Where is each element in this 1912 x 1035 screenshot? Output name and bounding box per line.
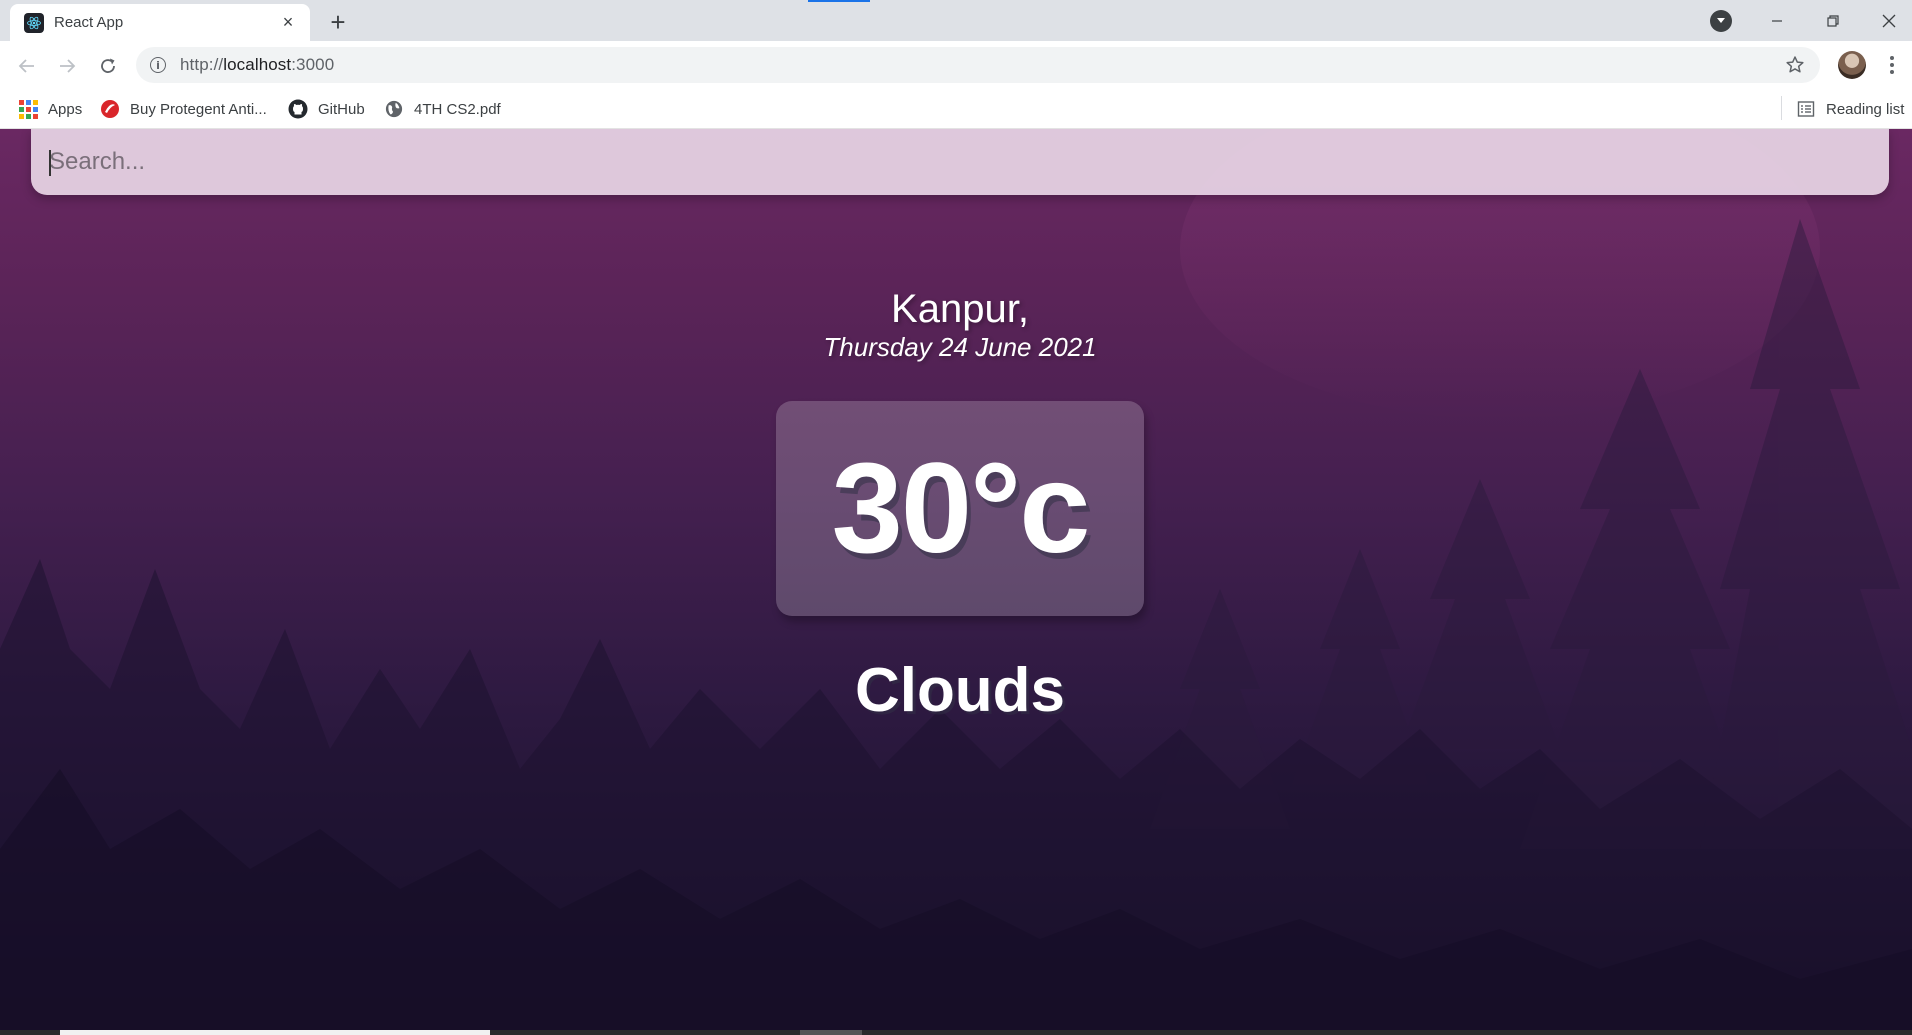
tab-search-button[interactable] xyxy=(1710,10,1732,32)
weather-app: Kanpur, Thursday 24 June 2021 30°c Cloud… xyxy=(0,129,1912,1030)
minimize-icon xyxy=(1772,19,1782,22)
bookmark-label: Apps xyxy=(48,100,83,118)
bookmark-star-icon[interactable] xyxy=(1784,54,1806,76)
search-bar xyxy=(31,129,1889,195)
menu-dot xyxy=(1890,63,1894,67)
close-window-button[interactable] xyxy=(1866,0,1912,41)
taskbar-segment xyxy=(60,1030,490,1035)
forward-button[interactable] xyxy=(52,51,82,81)
reading-list-icon xyxy=(1796,99,1816,119)
apps-grid-icon xyxy=(18,99,38,119)
restore-icon xyxy=(1827,14,1839,27)
bookmark-protegent[interactable]: Buy Protegent Anti... xyxy=(100,95,267,123)
tab-close-icon[interactable]: × xyxy=(278,12,298,33)
tab-strip: React App × + xyxy=(0,0,1912,41)
reload-icon xyxy=(101,58,115,73)
reading-list-button[interactable]: Reading list xyxy=(1796,95,1904,123)
globe-icon xyxy=(384,99,404,119)
temperature-card: 30°c xyxy=(776,401,1144,616)
address-url: http://localhost:3000 xyxy=(180,55,334,75)
tab-react-app[interactable]: React App × xyxy=(10,4,310,41)
bookmark-github[interactable]: GitHub xyxy=(288,95,365,123)
reading-list-label: Reading list xyxy=(1826,100,1905,118)
back-button[interactable] xyxy=(12,51,42,81)
browser-menu-button[interactable] xyxy=(1880,53,1904,77)
bookmark-apps[interactable]: Apps xyxy=(18,95,82,123)
bookmarks-bar: Apps Buy Protegent Anti... GitHub 4TH CS… xyxy=(0,89,1912,129)
bookmark-pdf[interactable]: 4TH CS2.pdf xyxy=(384,95,501,123)
restore-button[interactable] xyxy=(1810,0,1856,41)
weather-condition: Clouds xyxy=(854,656,1066,725)
url-scheme: http:// xyxy=(180,55,224,74)
search-input[interactable] xyxy=(49,129,1889,195)
arrow-right-icon xyxy=(60,59,76,73)
close-icon xyxy=(1882,14,1896,27)
new-tab-button[interactable]: + xyxy=(324,8,352,36)
profile-avatar[interactable] xyxy=(1838,51,1866,79)
github-icon xyxy=(288,99,308,119)
tab-loading-indicator xyxy=(808,0,870,2)
taskbar-segment xyxy=(800,1030,862,1035)
url-port: :3000 xyxy=(291,55,335,74)
menu-dot xyxy=(1890,70,1894,74)
chevron-down-icon xyxy=(1717,18,1725,23)
bookmarks-divider xyxy=(1781,96,1782,120)
address-bar[interactable]: i http://localhost:3000 xyxy=(136,47,1820,83)
bookmark-label: Buy Protegent Anti... xyxy=(130,100,267,118)
temperature-value: 30°c xyxy=(831,437,1091,580)
location-label: Kanpur, xyxy=(891,287,1029,331)
menu-dot xyxy=(1890,56,1894,60)
protegent-icon xyxy=(100,99,120,119)
react-favicon-icon xyxy=(24,12,44,33)
text-caret xyxy=(49,150,51,176)
reload-button[interactable] xyxy=(93,51,123,81)
browser-toolbar: i http://localhost:3000 xyxy=(0,41,1912,89)
tab-title: React App xyxy=(54,14,124,31)
bookmark-label: GitHub xyxy=(318,100,365,118)
bookmark-label: 4TH CS2.pdf xyxy=(414,100,501,118)
arrow-left-icon xyxy=(18,59,34,73)
minimize-button[interactable] xyxy=(1754,0,1800,41)
date-label: Thursday 24 June 2021 xyxy=(823,332,1097,362)
site-info-icon[interactable]: i xyxy=(150,57,166,73)
url-host: localhost xyxy=(223,55,292,74)
